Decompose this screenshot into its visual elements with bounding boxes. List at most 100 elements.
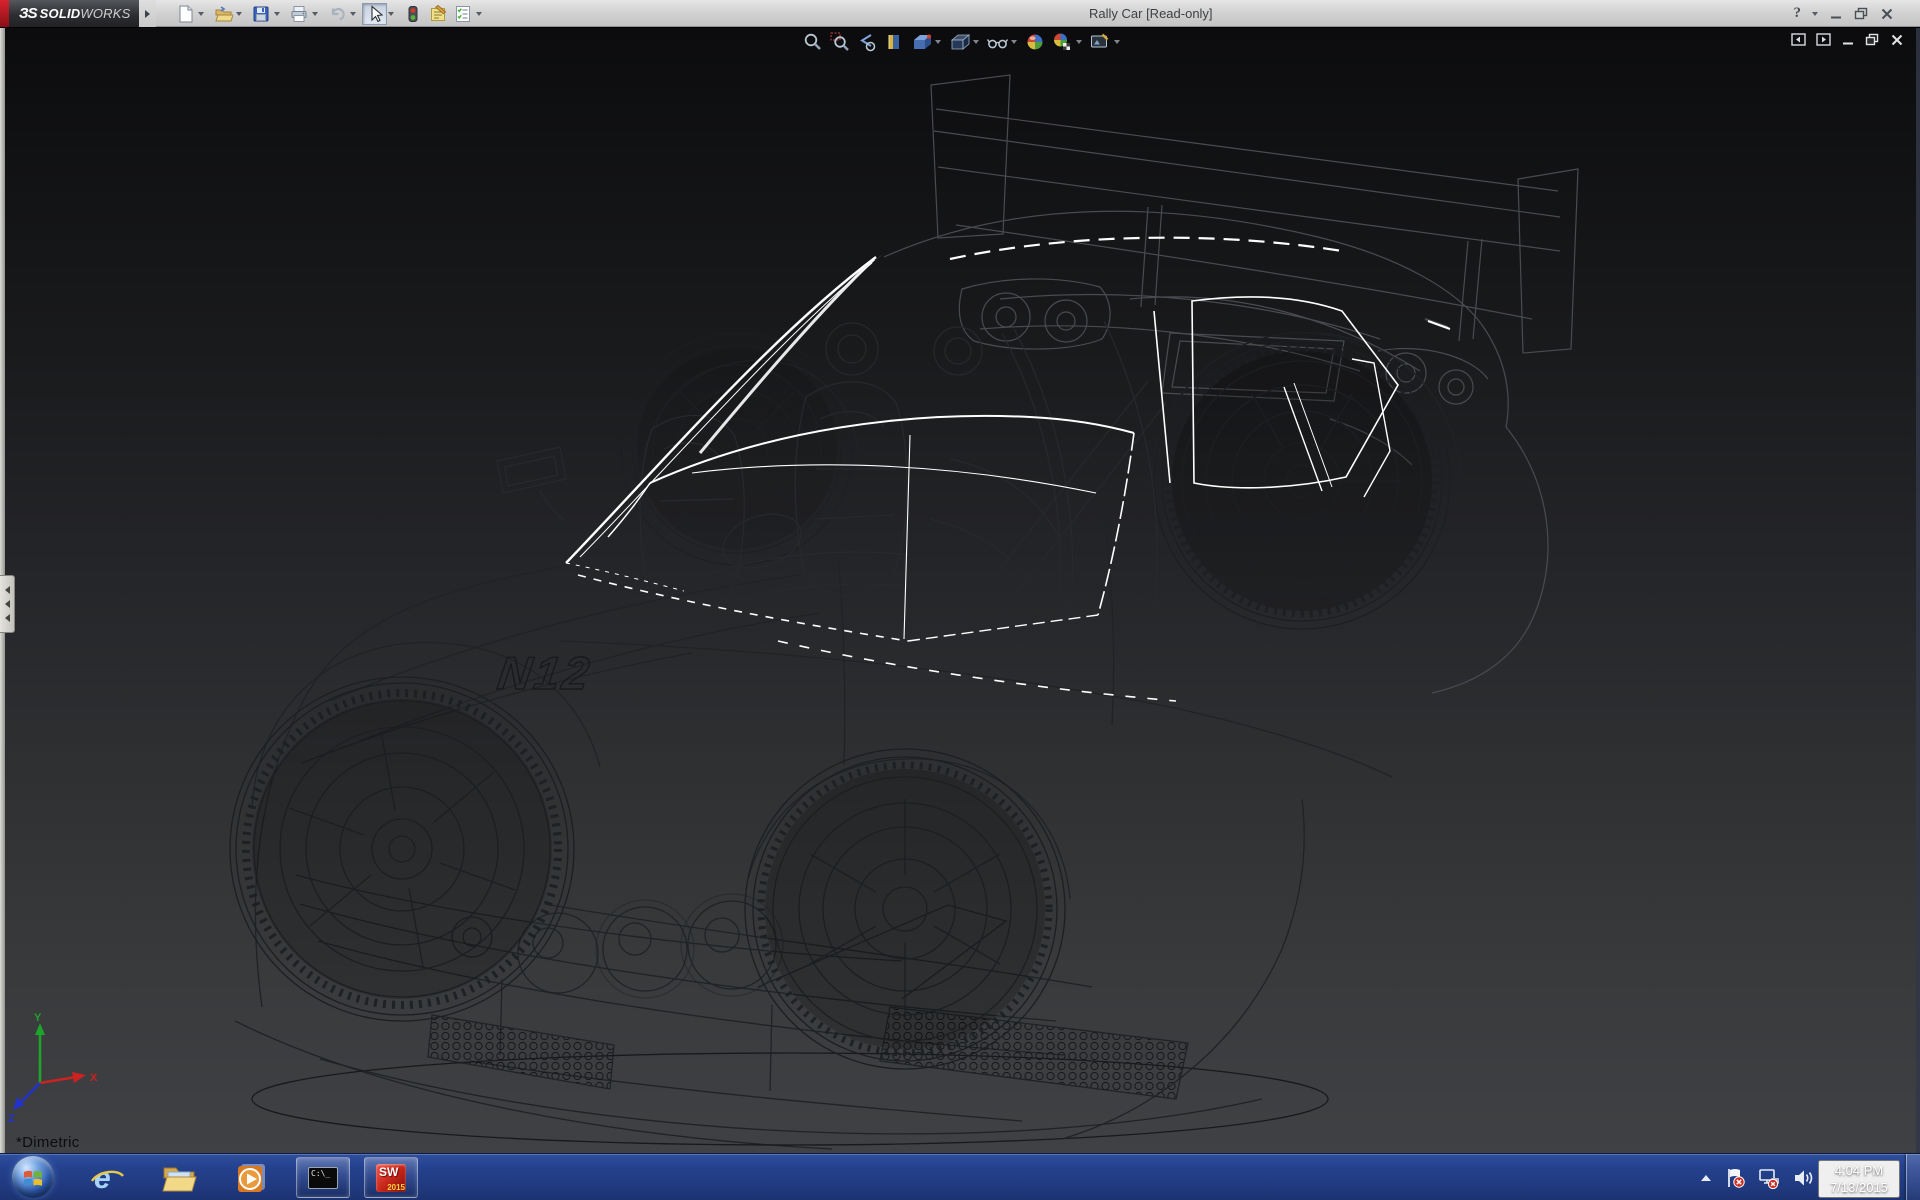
undo-button[interactable] <box>324 3 349 25</box>
title-bar: ЗS SOLIDWORKS <box>0 0 1920 27</box>
internet-explorer-icon: e <box>88 1159 126 1197</box>
view-orientation-caret[interactable] <box>935 40 941 44</box>
volume-button[interactable] <box>1792 1167 1814 1189</box>
taskbar-windows-explorer[interactable] <box>158 1158 200 1198</box>
new-dropdown-caret[interactable] <box>198 12 204 16</box>
hidden-icons-arrow-icon <box>1699 1173 1713 1183</box>
show-hidden-icons-button[interactable] <box>1699 1173 1713 1183</box>
open-dropdown-caret[interactable] <box>236 12 242 16</box>
folder-icon <box>160 1159 198 1197</box>
taskbar-media-player[interactable] <box>230 1158 272 1198</box>
collapse-arrow-icon <box>5 600 10 608</box>
doc-minimize-button[interactable] <box>1841 34 1855 46</box>
solidworks-icon-letters: SW <box>379 1165 398 1179</box>
rebuild-button[interactable] <box>400 3 425 25</box>
graphics-area[interactable]: N12 <box>0 28 1920 1153</box>
zoom-to-fit-button[interactable] <box>800 30 826 54</box>
rear-right-wheel <box>1154 333 1450 629</box>
rebuild-stoplight-icon <box>403 4 423 24</box>
media-player-icon <box>232 1159 270 1197</box>
help-dropdown-caret[interactable] <box>1812 12 1818 16</box>
doc-close-button[interactable] <box>1890 34 1904 46</box>
solidworks-2015-icon: SW 2015 <box>376 1164 406 1192</box>
expand-featuremanager-button[interactable] <box>1791 33 1806 46</box>
restore-button[interactable] <box>1854 7 1869 20</box>
network-status-button[interactable] <box>1757 1167 1781 1189</box>
network-disconnected-icon <box>1757 1167 1781 1189</box>
view-settings-button[interactable] <box>1087 30 1113 54</box>
triad-y-label: Y <box>34 1012 42 1024</box>
new-document-icon <box>175 4 195 24</box>
start-button[interactable] <box>12 1156 54 1198</box>
display-style-caret[interactable] <box>973 40 979 44</box>
hide-show-items-caret[interactable] <box>1011 40 1017 44</box>
section-view-button[interactable] <box>881 30 907 54</box>
collapse-arrow-icon <box>5 614 10 622</box>
taskbar-clock[interactable]: 4:04 PM 7/13/2015 <box>1818 1160 1900 1198</box>
solidworks-logo-light: WORKS <box>80 6 130 21</box>
apply-scene-icon <box>1051 31 1073 53</box>
hide-show-glasses-icon <box>986 31 1008 53</box>
options-checklist-icon <box>453 4 473 24</box>
menu-expand-arrow[interactable] <box>139 0 156 27</box>
edit-appearance-sphere-icon <box>1024 31 1046 53</box>
save-dropdown-caret[interactable] <box>274 12 280 16</box>
previous-view-icon <box>856 31 878 53</box>
edit-appearance-button[interactable] <box>1022 30 1048 54</box>
print-button[interactable] <box>286 3 311 25</box>
show-desktop-button[interactable] <box>1906 1154 1920 1200</box>
wireframe-car-canvas[interactable]: N12 <box>0 28 1920 1153</box>
hide-show-items-button[interactable] <box>984 30 1010 54</box>
panel-expand-tab[interactable] <box>0 575 15 633</box>
zoom-to-area-button[interactable] <box>827 30 853 54</box>
view-settings-caret[interactable] <box>1114 40 1120 44</box>
view-orientation-button[interactable] <box>908 30 934 54</box>
new-button[interactable] <box>172 3 197 25</box>
display-style-cube-icon <box>948 31 970 53</box>
expand-triangle-icon <box>145 10 150 18</box>
apply-scene-caret[interactable] <box>1076 40 1082 44</box>
view-orientation-label: *Dimetric <box>16 1134 80 1151</box>
apply-scene-button[interactable] <box>1049 30 1075 54</box>
zoom-to-fit-icon <box>802 31 824 53</box>
select-dropdown-caret[interactable] <box>388 12 394 16</box>
print-dropdown-caret[interactable] <box>312 12 318 16</box>
taskbar-internet-explorer[interactable]: e <box>86 1158 128 1198</box>
svg-text:e: e <box>94 1162 111 1195</box>
doc-restore-button[interactable] <box>1865 33 1880 46</box>
previous-view-button[interactable] <box>854 30 880 54</box>
options-dropdown-caret[interactable] <box>476 12 482 16</box>
file-properties-button[interactable] <box>425 3 450 25</box>
tray-time: 4:04 PM <box>1820 1162 1898 1179</box>
section-view-icon <box>883 31 905 53</box>
triad-x-label: X <box>90 1072 98 1084</box>
car-wheels <box>230 333 1450 1069</box>
windows-flag-icon <box>21 1165 45 1189</box>
display-style-button[interactable] <box>946 30 972 54</box>
taskbar-solidworks[interactable]: SW 2015 <box>364 1157 418 1198</box>
undo-dropdown-caret[interactable] <box>350 12 356 16</box>
minimize-button[interactable] <box>1829 8 1843 20</box>
action-center-button[interactable] <box>1724 1167 1746 1189</box>
triad-z-label: Z <box>8 1113 15 1123</box>
options-button[interactable] <box>450 3 475 25</box>
display-pane-button[interactable] <box>1816 33 1831 46</box>
action-center-flag-icon <box>1724 1167 1746 1189</box>
close-button[interactable] <box>1880 8 1894 20</box>
save-button[interactable] <box>248 3 273 25</box>
open-button[interactable] <box>210 3 235 25</box>
front-left-wheel <box>230 677 574 1021</box>
titlebar-controls: ? <box>1794 0 1895 27</box>
reference-triad: Y X Z <box>6 1011 106 1123</box>
solidworks-logo-bold: SOLID <box>40 6 81 21</box>
windows-taskbar: e C:\_ SW 2015 <box>0 1153 1920 1200</box>
taskbar-command-prompt[interactable]: C:\_ <box>296 1157 350 1198</box>
tray-date: 7/13/2015 <box>1820 1179 1898 1196</box>
open-folder-icon <box>213 4 233 24</box>
help-button[interactable]: ? <box>1794 5 1802 22</box>
system-tray <box>1699 1154 1814 1200</box>
solidworks-icon-year: 2015 <box>387 1183 405 1192</box>
solidworks-logo[interactable]: ЗS SOLIDWORKS <box>9 0 139 27</box>
file-properties-icon <box>428 4 448 24</box>
select-button[interactable] <box>362 3 387 25</box>
